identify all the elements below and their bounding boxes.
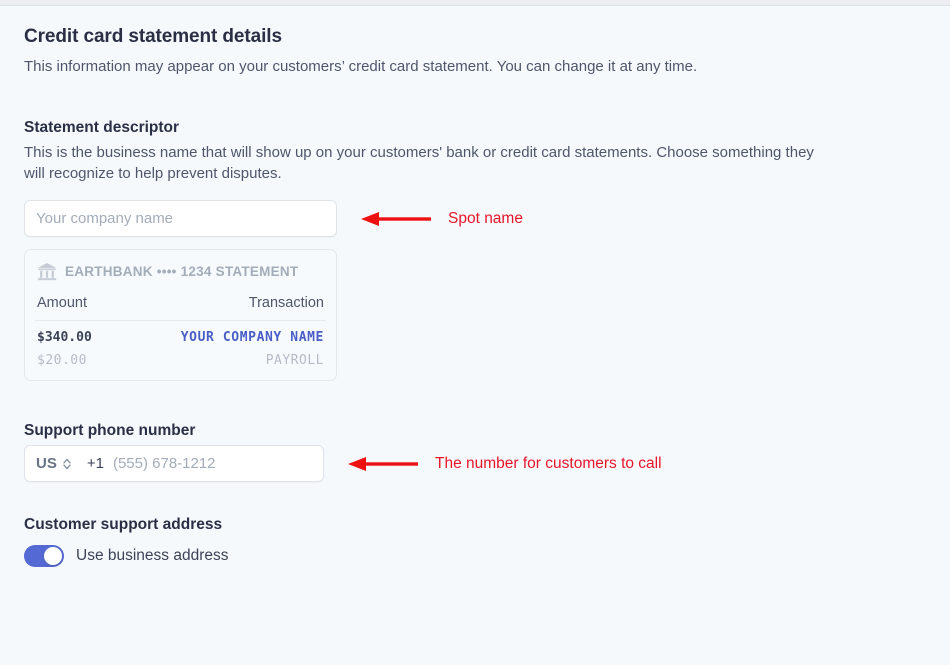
customer-support-address-label: Customer support address [24,516,223,534]
statement-row-transaction: PAYROLL [265,353,324,369]
annotation-phone-number: The number for customers to call [348,455,662,473]
arrow-left-icon [348,456,418,471]
dial-code: +1 [86,455,104,473]
arrow-left-icon [361,211,431,226]
use-business-address-row: Use business address [24,545,950,568]
statement-descriptor-help: This is the business name that will show… [24,143,814,183]
support-phone-block: Support phone number US +1 (555) 678-121… [24,421,950,483]
page-title: Credit card statement details [24,26,282,47]
statement-row-amount: $20.00 [37,353,87,369]
bank-icon [37,263,57,281]
statement-column-amount: Amount [37,295,87,312]
statement-descriptor-label: Statement descriptor [24,118,180,136]
statement-descriptor-input-row: Spot name [24,200,950,238]
chevron-updown-icon [63,458,71,470]
annotation-phone-number-text: The number for customers to call [435,454,662,472]
customer-support-address-block: Customer support address Use business ad… [24,515,950,568]
country-code-value: US [36,455,57,473]
toggle-knob [44,547,62,566]
statement-descriptor-block: Statement descriptor This is the busines… [24,118,950,382]
statement-row: $340.00 YOUR COMPANY NAME [35,321,326,345]
statement-preview-card: EARTHBANK •••• 1234 STATEMENT Amount Tra… [24,249,337,382]
statement-row: $20.00 PAYROLL [35,345,326,370]
window-top-chrome [0,0,950,6]
annotation-spot-name: Spot name [361,210,523,228]
page-description: This information may appear on your cust… [24,57,698,75]
statement-bank-header-text: EARTHBANK •••• 1234 STATEMENT [65,264,299,280]
settings-page: Credit card statement details This infor… [0,7,950,665]
country-code-select[interactable]: US [36,455,72,472]
annotation-spot-name-text: Spot name [448,209,523,227]
support-phone-input-row: US +1 (555) 678-1212 The number for cust… [24,445,950,483]
support-phone-label: Support phone number [24,422,196,440]
use-business-address-label: Use business address [76,547,229,565]
statement-column-headers: Amount Transaction [35,295,326,322]
statement-descriptor-input[interactable] [24,200,337,238]
statement-preview-header: EARTHBANK •••• 1234 STATEMENT [35,262,326,295]
phone-number-placeholder: (555) 678-1212 [112,455,216,473]
statement-row-transaction: YOUR COMPANY NAME [180,330,324,346]
statement-column-transaction: Transaction [248,295,324,312]
support-phone-input[interactable]: US +1 (555) 678-1212 [24,445,324,483]
use-business-address-toggle[interactable] [24,545,64,568]
statement-row-amount: $340.00 [37,330,92,346]
